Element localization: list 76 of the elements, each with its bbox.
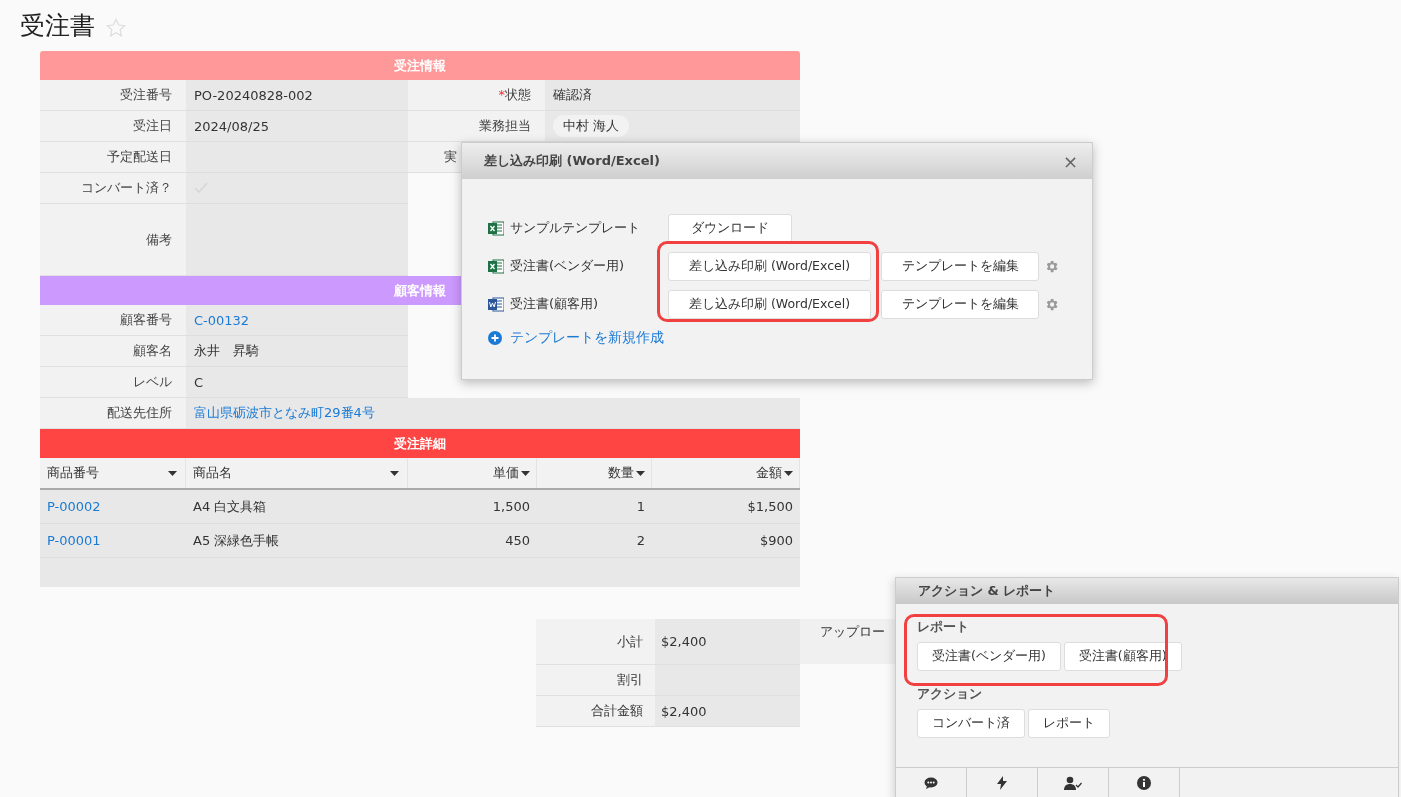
download-button[interactable]: ダウンロード bbox=[668, 213, 792, 243]
table-cell: A5 深緑色手帳 bbox=[193, 531, 280, 550]
field-value: 確認済 bbox=[553, 86, 592, 104]
table-cell: 2 bbox=[636, 533, 645, 548]
sort-caret-icon bbox=[168, 470, 177, 476]
field-label: *状態 bbox=[498, 86, 531, 104]
table-cell: $900 bbox=[759, 533, 793, 548]
template-name: サンプルテンプレート bbox=[510, 219, 640, 237]
sort-caret-icon bbox=[636, 470, 645, 476]
action-button[interactable]: レポート bbox=[1028, 709, 1110, 738]
column-header[interactable]: 商品名 bbox=[186, 458, 408, 488]
field-label: 顧客名 bbox=[40, 336, 186, 367]
settings-icon[interactable] bbox=[1044, 296, 1059, 312]
field-label: 備考 bbox=[40, 204, 186, 276]
column-header[interactable]: 数量 bbox=[537, 458, 652, 488]
field-label: レベル bbox=[40, 367, 186, 398]
spreadsheet-file-icon bbox=[488, 220, 504, 236]
edit-template-button[interactable]: テンプレートを編集 bbox=[881, 251, 1039, 281]
field-label: 顧客番号 bbox=[40, 305, 186, 336]
table-cell: 1,500 bbox=[492, 499, 530, 514]
table-link[interactable]: P-00002 bbox=[47, 499, 101, 514]
table-cell: A4 白文具箱 bbox=[193, 497, 267, 516]
settings-icon[interactable] bbox=[1044, 258, 1059, 274]
lightning-icon bbox=[997, 776, 1007, 790]
field-value: 2024/08/25 bbox=[194, 118, 269, 134]
total-value: $2,400 bbox=[661, 703, 707, 719]
table-cell: 450 bbox=[505, 533, 530, 548]
new-template-link[interactable]: テンプレートを新規作成 bbox=[510, 329, 664, 347]
field-label: 配送先住所 bbox=[40, 398, 186, 429]
field-link[interactable]: 富山県砺波市となみ町29番4号 bbox=[194, 404, 375, 422]
action-button[interactable]: コンバート済 bbox=[917, 709, 1025, 738]
table-cell: 1 bbox=[636, 499, 645, 514]
field-label: 予定配送日 bbox=[40, 142, 186, 173]
field-label: 業務担当 bbox=[479, 117, 531, 135]
merge-print-button[interactable]: 差し込み印刷 (Word/Excel) bbox=[668, 251, 871, 281]
total-label: 合計金額 bbox=[591, 702, 643, 720]
field-label: コンバート済？ bbox=[40, 173, 186, 204]
field-value: PO-20240828-002 bbox=[194, 87, 313, 103]
field-label: 実 bbox=[444, 148, 457, 166]
approval-label: アップロー bbox=[820, 624, 885, 639]
merge-print-button[interactable]: 差し込み印刷 (Word/Excel) bbox=[668, 289, 871, 319]
column-header[interactable]: 金額 bbox=[652, 458, 800, 488]
star-icon[interactable] bbox=[105, 16, 127, 39]
total-value: $2,400 bbox=[661, 634, 707, 649]
spreadsheet-file-icon bbox=[488, 258, 504, 274]
total-label: 割引 bbox=[617, 671, 643, 689]
info-icon bbox=[1137, 776, 1151, 790]
field-label: 受注日 bbox=[40, 111, 186, 142]
section-title: レポート bbox=[917, 618, 970, 636]
field-link[interactable]: C-00132 bbox=[194, 312, 250, 328]
document-file-icon bbox=[488, 296, 504, 312]
total-label: 小計 bbox=[617, 632, 643, 651]
sort-caret-icon bbox=[784, 470, 793, 476]
edit-template-button[interactable]: テンプレートを編集 bbox=[881, 289, 1039, 319]
table-cell: $1,500 bbox=[747, 499, 793, 514]
column-header[interactable]: 単価 bbox=[408, 458, 537, 488]
section-header: 受注詳細 bbox=[40, 429, 800, 458]
sort-caret-icon bbox=[390, 470, 399, 476]
field-value: C bbox=[194, 374, 204, 390]
template-name: 受注書(ベンダー用) bbox=[510, 257, 625, 275]
user-check-icon bbox=[1064, 776, 1082, 790]
dialog-title: 差し込み印刷 (Word/Excel) bbox=[484, 152, 660, 170]
comment-icon bbox=[924, 777, 938, 789]
section-header: 受注情報 bbox=[40, 51, 800, 80]
section-title: アクション bbox=[917, 685, 983, 703]
table-link[interactable]: P-00001 bbox=[47, 533, 101, 548]
sort-caret-icon bbox=[521, 470, 530, 476]
column-header[interactable]: 商品番号 bbox=[40, 458, 186, 488]
close-button[interactable]: × bbox=[1058, 150, 1082, 172]
field-value: 永井 昇騎 bbox=[194, 342, 259, 360]
page-title: 受注書 bbox=[20, 10, 95, 42]
user-chip[interactable]: 中村 海人 bbox=[553, 115, 630, 137]
panel-title: アクション & レポート bbox=[918, 582, 1056, 600]
report-button[interactable]: 受注書(ベンダー用) bbox=[917, 642, 1061, 671]
field-label: 受注番号 bbox=[40, 80, 186, 111]
add-icon[interactable] bbox=[488, 331, 502, 345]
